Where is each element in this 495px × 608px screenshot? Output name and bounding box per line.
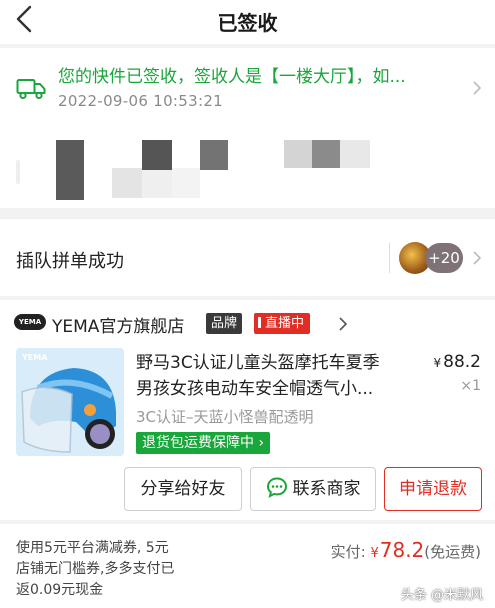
order-card: YEMA YEMA官方旗舰店 品牌 直播中 YEMA 野马3C认证儿童头盔摩托车… bbox=[0, 300, 495, 520]
paid-amount: 实付: ¥78.2(免运费) bbox=[331, 538, 481, 562]
product-title-line1: 野马3C认证儿童头盔摩托车夏季 bbox=[136, 353, 380, 373]
group-buy-row[interactable]: 插队拼单成功 +20 bbox=[0, 218, 495, 296]
group-buy-label: 插队拼单成功 bbox=[16, 251, 124, 272]
svg-text:YEMA: YEMA bbox=[21, 353, 48, 362]
chat-icon bbox=[266, 477, 287, 498]
contact-seller-button[interactable]: 联系商家 bbox=[250, 467, 376, 511]
logistics-card[interactable]: 您的快件已签收，签收人是【一楼大厅】，如... 2022-09-06 10:53… bbox=[0, 48, 495, 208]
live-label: 直播中 bbox=[265, 316, 305, 331]
currency-symbol: ¥ bbox=[370, 546, 379, 561]
paid-label: 实付: bbox=[330, 543, 366, 561]
promo-note: 使用5元平台满减券, 5元 店铺无门槛券,多多支付已 返0.09元现金 bbox=[16, 538, 216, 601]
page-title: 已签收 bbox=[217, 11, 278, 35]
top-bar: 已签收 bbox=[0, 0, 495, 44]
request-refund-button[interactable]: 申请退款 bbox=[384, 467, 482, 511]
chevron-right-icon[interactable] bbox=[338, 317, 348, 331]
divider bbox=[389, 243, 390, 273]
shipping-note: (免运费) bbox=[424, 543, 481, 561]
logistics-status: 您的快件已签收，签收人是【一楼大厅】，如... bbox=[58, 67, 406, 87]
product-title[interactable]: 野马3C认证儿童头盔摩托车夏季 男孩女孩电动车安全帽透气小... bbox=[136, 350, 416, 402]
product-image[interactable]: YEMA bbox=[16, 348, 124, 456]
payment-summary: 使用5元平台满减券, 5元 店铺无门槛券,多多支付已 返0.09元现金 实付: … bbox=[0, 524, 495, 608]
return-shipping-guarantee-badge[interactable]: 退货包运费保障中 › bbox=[136, 432, 271, 454]
paid-value: 78.2 bbox=[379, 538, 425, 562]
store-logo: YEMA bbox=[14, 314, 46, 330]
promo-line: 返0.09元现金 bbox=[16, 582, 104, 598]
live-icon bbox=[258, 317, 261, 328]
watermark: 头条 @米默风 bbox=[400, 588, 483, 603]
product-spec: 3C认证–天蓝小怪兽配透明 bbox=[136, 408, 314, 426]
product-title-line2: 男孩女孩电动车安全帽透气小... bbox=[136, 379, 374, 399]
product-price: ¥88.2 bbox=[434, 352, 482, 372]
price-value: 88.2 bbox=[443, 352, 481, 372]
brand-badge: 品牌 bbox=[206, 313, 243, 334]
logistics-time: 2022-09-06 10:53:21 bbox=[58, 92, 224, 110]
promo-line: 使用5元平台满减券, 5元 bbox=[16, 540, 169, 556]
share-button[interactable]: 分享给好友 bbox=[124, 467, 242, 511]
chevron-right-icon bbox=[473, 251, 482, 265]
truck-icon bbox=[16, 79, 46, 100]
product-quantity: ×1 bbox=[460, 378, 481, 394]
member-count-badge: +20 bbox=[425, 243, 463, 273]
live-badge[interactable]: 直播中 bbox=[254, 313, 311, 334]
store-name[interactable]: YEMA官方旗舰店 bbox=[52, 312, 184, 337]
contact-seller-label: 联系商家 bbox=[292, 479, 361, 499]
helmet-image: YEMA bbox=[16, 348, 124, 456]
redacted-address bbox=[16, 140, 486, 200]
chevron-right-icon bbox=[473, 81, 482, 95]
price-symbol: ¥ bbox=[433, 356, 442, 370]
promo-line: 店铺无门槛券,多多支付已 bbox=[16, 561, 175, 577]
